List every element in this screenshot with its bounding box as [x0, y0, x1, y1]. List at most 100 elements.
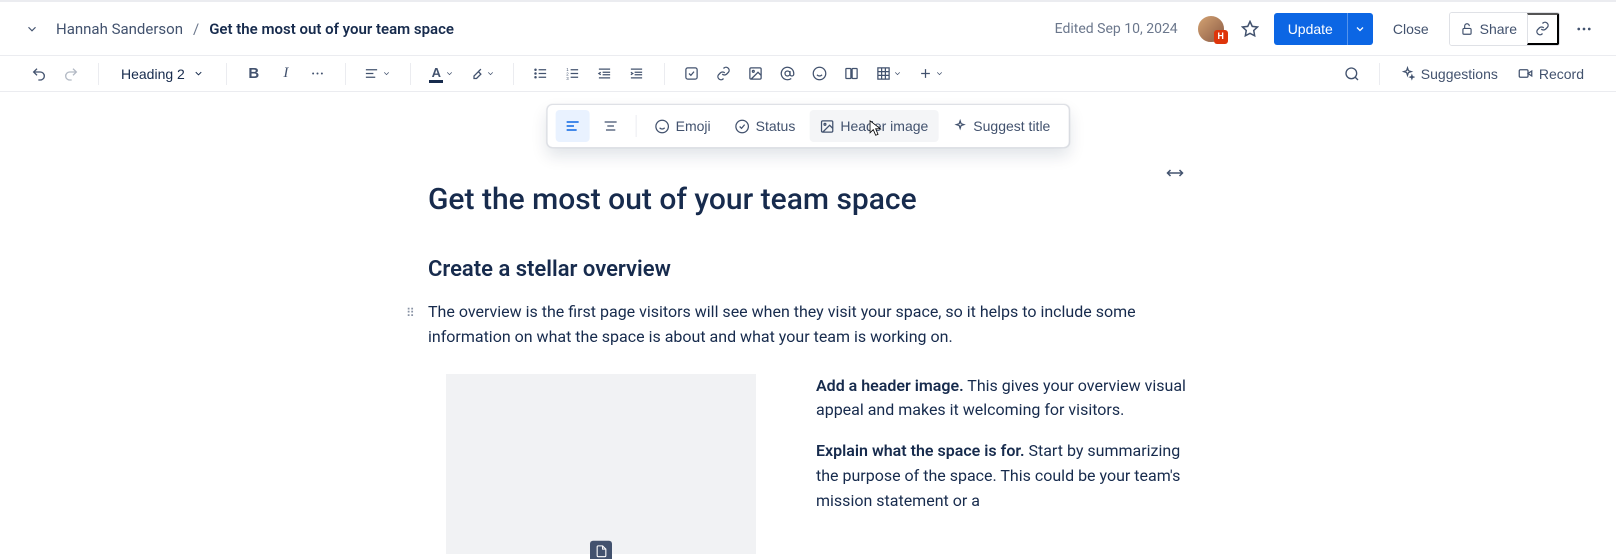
emoji-button[interactable]: [805, 59, 835, 89]
header-image-label: Header image: [840, 118, 928, 134]
edited-timestamp: Edited Sep 10, 2024: [1055, 21, 1178, 37]
alignment-dropdown[interactable]: [358, 59, 398, 89]
image-placeholder[interactable]: [446, 374, 756, 554]
svg-text:3: 3: [567, 76, 570, 81]
image-icon: [819, 119, 834, 134]
link-icon: [716, 66, 731, 81]
align-left-icon: [565, 118, 581, 134]
more-formatting-button[interactable]: [303, 59, 333, 89]
tip-paragraph[interactable]: Explain what the space is for. Start by …: [816, 439, 1188, 513]
more-horizontal-icon: [1575, 20, 1593, 38]
tip-paragraph[interactable]: Add a header image. This gives your over…: [816, 374, 1188, 424]
chevron-down-icon: [382, 69, 391, 78]
sparkle-icon: [952, 119, 967, 134]
add-header-image-button[interactable]: Header image: [809, 110, 938, 142]
chevron-down-icon: [893, 69, 902, 78]
status-icon: [735, 119, 750, 134]
table-dropdown[interactable]: [869, 59, 909, 89]
action-item-button[interactable]: [677, 59, 707, 89]
align-center-button[interactable]: [594, 110, 628, 142]
record-button[interactable]: Record: [1510, 59, 1592, 89]
paragraph[interactable]: ⠿ The overview is the first page visitor…: [428, 300, 1188, 350]
align-left-button[interactable]: [556, 110, 590, 142]
breadcrumb: Hannah Sanderson / Get the most out of y…: [56, 20, 454, 38]
drag-handle-icon[interactable]: ⠿: [406, 304, 414, 323]
add-status-button[interactable]: Status: [725, 110, 806, 142]
share-button[interactable]: Share: [1450, 13, 1527, 45]
status-label: Status: [756, 118, 796, 134]
lock-icon: [1460, 22, 1474, 36]
undo-button[interactable]: [24, 59, 54, 89]
undo-icon: [31, 66, 47, 82]
bold-button[interactable]: B: [239, 59, 269, 89]
width-resize-handle[interactable]: [1164, 162, 1186, 184]
italic-icon: I: [283, 65, 288, 82]
highlight-dropdown[interactable]: [463, 59, 501, 89]
breadcrumb-expand-button[interactable]: [16, 13, 48, 45]
redo-icon: [63, 66, 79, 82]
star-button[interactable]: [1234, 13, 1266, 45]
align-center-icon: [603, 118, 619, 134]
find-button[interactable]: [1337, 59, 1367, 89]
chevron-down-icon: [25, 22, 39, 36]
text-style-label: Heading 2: [121, 66, 185, 82]
file-icon: [590, 540, 612, 559]
chevron-down-icon: [486, 69, 495, 78]
section-heading[interactable]: Create a stellar overview: [428, 257, 1188, 282]
close-button[interactable]: Close: [1381, 13, 1441, 45]
indent-button[interactable]: [622, 59, 652, 89]
star-icon: [1241, 20, 1259, 38]
indent-icon: [629, 66, 644, 81]
copy-link-button[interactable]: [1527, 13, 1559, 45]
italic-button[interactable]: I: [271, 59, 301, 89]
page-title[interactable]: Get the most out of your team space: [428, 182, 1188, 217]
title-context-toolbar: Emoji Status Header image Suggest title: [547, 104, 1070, 148]
redo-button[interactable]: [56, 59, 86, 89]
plus-icon: [918, 66, 933, 81]
paragraph-text: The overview is the first page visitors …: [428, 302, 1136, 346]
breadcrumb-separator: /: [193, 20, 199, 38]
table-icon: [876, 66, 891, 81]
suggest-title-button[interactable]: Suggest title: [942, 110, 1060, 142]
suggestions-label: Suggestions: [1421, 66, 1498, 82]
update-dropdown-button[interactable]: [1347, 13, 1373, 45]
tip-bold: Add a header image.: [816, 376, 964, 395]
mention-button[interactable]: [773, 59, 803, 89]
bullet-list-button[interactable]: [526, 59, 556, 89]
more-actions-button[interactable]: [1568, 13, 1600, 45]
smile-icon: [812, 66, 827, 81]
video-icon: [1518, 66, 1533, 81]
highlighter-icon: [469, 66, 484, 81]
emoji-label: Emoji: [676, 118, 711, 134]
outdent-button[interactable]: [590, 59, 620, 89]
breadcrumb-user[interactable]: Hannah Sanderson: [56, 20, 183, 38]
text-style-dropdown[interactable]: Heading 2: [111, 59, 214, 89]
chevron-down-icon: [1354, 23, 1366, 35]
suggestions-button[interactable]: Suggestions: [1392, 59, 1506, 89]
text-color-dropdown[interactable]: A: [423, 59, 461, 89]
image-button[interactable]: [741, 59, 771, 89]
search-icon: [1344, 66, 1360, 82]
align-left-icon: [364, 66, 379, 81]
breadcrumb-title[interactable]: Get the most out of your team space: [209, 20, 454, 38]
image-icon: [748, 66, 763, 81]
avatar[interactable]: H: [1196, 14, 1226, 44]
bullet-list-icon: [533, 66, 548, 81]
sparkle-icon: [1400, 66, 1415, 81]
layouts-button[interactable]: [837, 59, 867, 89]
numbered-list-button[interactable]: 123: [558, 59, 588, 89]
link-button[interactable]: [709, 59, 739, 89]
add-emoji-button[interactable]: Emoji: [645, 110, 721, 142]
tip-bold: Explain what the space is for.: [816, 441, 1025, 460]
share-label: Share: [1480, 21, 1517, 37]
resize-horizontal-icon: [1166, 167, 1184, 179]
checkbox-icon: [684, 66, 699, 81]
link-icon: [1535, 21, 1550, 36]
insert-dropdown[interactable]: [911, 59, 951, 89]
update-button[interactable]: Update: [1274, 13, 1347, 45]
chevron-down-icon: [935, 69, 944, 78]
record-label: Record: [1539, 66, 1584, 82]
avatar-badge: H: [1214, 30, 1228, 44]
text-color-icon: A: [432, 65, 441, 80]
at-sign-icon: [780, 66, 795, 81]
